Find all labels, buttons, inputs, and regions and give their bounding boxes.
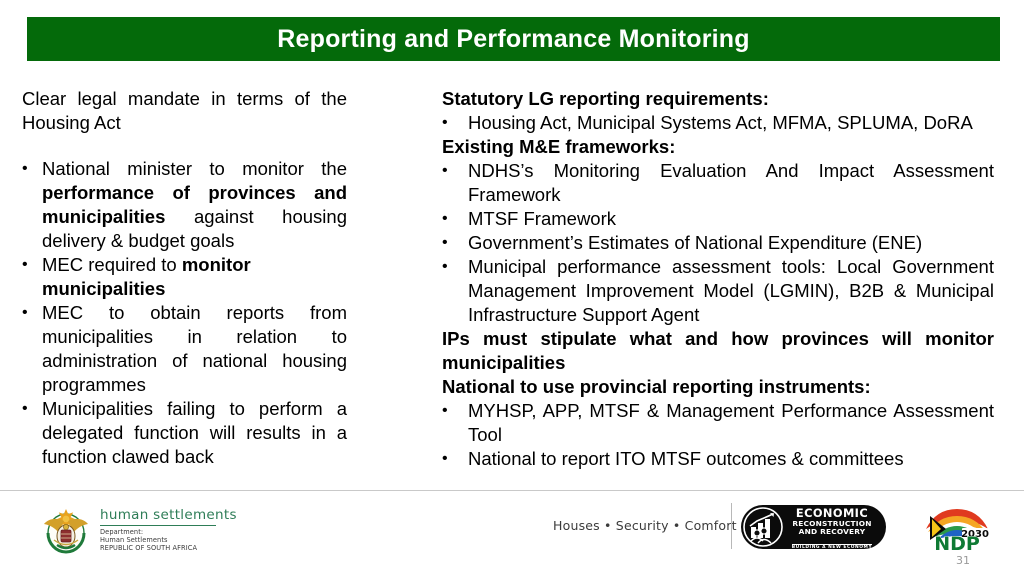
svg-text:NDP: NDP — [934, 533, 980, 552]
footer-vertical-separator — [731, 503, 732, 549]
right-bullet-item: • NDHS’s Monitoring Evaluation And Impact… — [442, 159, 994, 207]
right-bullet-text: Municipal performance assessment tools: … — [468, 256, 994, 325]
ndp-2030-logo: 2030 NDP — [912, 502, 1002, 555]
right-bullet-text: MTSF Framework — [468, 208, 616, 229]
right-bullet-text: NDHS’s Monitoring Evaluation And Impact … — [468, 160, 994, 205]
south-african-coat-of-arms-icon — [40, 503, 92, 555]
left-bullet-text: MEC to obtain reports from municipalitie… — [42, 302, 347, 395]
slide-canvas: Reporting and Performance Monitoring Cle… — [0, 0, 1024, 576]
left-bullet-item: • MEC required to monitor municipalities — [22, 253, 347, 301]
department-name: human settlements — [100, 506, 237, 523]
right-section-heading: Existing M&E frameworks: — [442, 136, 676, 157]
bullet-dot-icon: • — [442, 162, 448, 179]
errp-line-4: AND RECOVERY — [798, 526, 866, 536]
bullet-dot-icon: • — [442, 258, 448, 275]
left-lead-paragraph: Clear legal mandate in terms of the Hous… — [22, 88, 347, 133]
page-title: Reporting and Performance Monitoring — [277, 24, 750, 53]
department-logo: human settlements Department: Human Sett… — [40, 503, 237, 555]
errp-line-2: ECONOMIC — [795, 506, 869, 521]
right-bullet-item: • Government’s Estimates of National Expe… — [442, 231, 994, 255]
bullet-dot-icon: • — [442, 114, 448, 131]
right-section-heading: Statutory LG reporting requirements: — [442, 88, 769, 109]
right-content-column: Statutory LG reporting requirements: • Hou… — [442, 87, 994, 471]
right-block-list: Statutory LG reporting requirements: • Hou… — [442, 87, 994, 471]
right-bullet-text: MYHSP, APP, MTSF & Management Performanc… — [468, 400, 994, 445]
left-bullet-item: • Municipalities failing to perform a del… — [22, 397, 347, 469]
left-bullet-text: Municipalities failing to perform a dele… — [42, 398, 347, 467]
slide-title-bar: Reporting and Performance Monitoring — [27, 17, 1000, 61]
right-bullet-item: • MYHSP, APP, MTSF & Management Performan… — [442, 399, 994, 447]
bullet-dot-icon: • — [442, 210, 448, 227]
bullet-dot-icon: • — [22, 400, 28, 417]
footer-divider — [0, 490, 1024, 491]
department-sub-line-2: Human Settlements — [100, 535, 168, 544]
left-bullet-item: • National minister to monitor the perfor… — [22, 157, 347, 253]
right-section-heading: IPs must stipulate what and how province… — [442, 328, 994, 373]
bullet-dot-icon: • — [22, 160, 28, 177]
right-section-heading: National to use provincial reporting ins… — [442, 376, 871, 397]
errp-growth-chart-icon — [743, 507, 783, 547]
errp-line-5: BUILDING A NEW ECONOMY — [791, 544, 873, 549]
footer-tagline: Houses • Security • Comfort — [553, 518, 737, 533]
left-bullet-item: • MEC to obtain reports from municipaliti… — [22, 301, 347, 397]
department-name-underline — [100, 524, 216, 526]
right-bullet-item: • Housing Act, Municipal Systems Act, MFM… — [442, 111, 994, 135]
left-bullet-list: • National minister to monitor the perfor… — [22, 157, 347, 469]
left-bullet-text: National minister to monitor the perform… — [42, 158, 347, 251]
economic-reconstruction-recovery-logo: SOUTH AFRICAN ECONOMIC RECONSTRUCTION AN… — [741, 505, 886, 549]
errp-logo-text: SOUTH AFRICAN ECONOMIC RECONSTRUCTION AN… — [783, 505, 886, 549]
right-bullet-item: • National to report ITO MTSF outcomes & … — [442, 447, 994, 471]
department-sub-line-3: REPUBLIC OF SOUTH AFRICA — [100, 544, 198, 553]
left-content-column: Clear legal mandate in terms of the Hous… — [22, 87, 347, 469]
department-sub-line-1: Department: — [100, 527, 144, 536]
department-logo-text: human settlements Department: Human Sett… — [100, 506, 237, 553]
right-bullet-item: • Municipal performance assessment tools:… — [442, 255, 994, 327]
left-bullet-text: MEC required to monitor municipalities — [42, 254, 251, 299]
bullet-dot-icon: • — [22, 304, 28, 321]
bullet-dot-icon: • — [442, 402, 448, 419]
bullet-dot-icon: • — [442, 450, 448, 467]
right-bullet-text: Government’s Estimates of National Expen… — [468, 232, 923, 253]
right-bullet-text: Housing Act, Municipal Systems Act, MFMA… — [468, 112, 973, 133]
right-bullet-item: • MTSF Framework — [442, 207, 994, 231]
page-number: 31 — [956, 554, 970, 567]
bullet-dot-icon: • — [22, 256, 28, 273]
bullet-dot-icon: • — [442, 234, 448, 251]
right-bullet-text: National to report ITO MTSF outcomes & c… — [468, 448, 904, 469]
